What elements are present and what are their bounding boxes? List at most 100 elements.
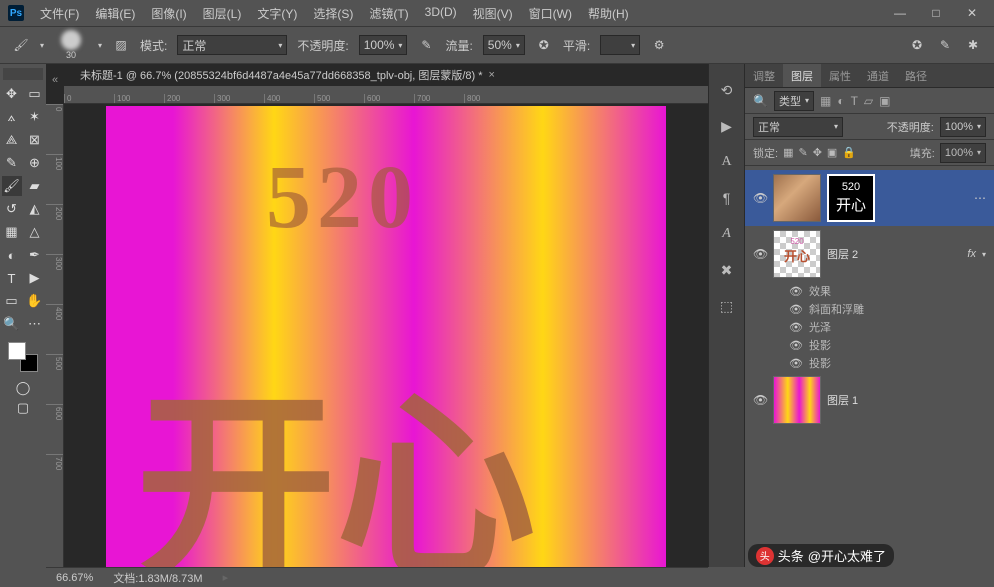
visibility-icon[interactable]: 👁	[753, 393, 767, 407]
menu-window[interactable]: 窗口(W)	[523, 2, 578, 25]
eraser-tool[interactable]: ◭	[25, 199, 45, 219]
pen-tool[interactable]: ✒	[25, 245, 45, 265]
canvas[interactable]: 520 开心	[106, 106, 666, 567]
menu-select[interactable]: 选择(S)	[307, 2, 359, 25]
brush-preview[interactable]: 30	[54, 30, 88, 60]
symmetry-icon[interactable]: ✪	[908, 36, 926, 54]
minimize-button[interactable]: —	[886, 3, 914, 23]
foreground-color[interactable]	[8, 342, 26, 360]
menu-3d[interactable]: 3D(D)	[419, 2, 463, 25]
butterfly-icon[interactable]: ✱	[964, 36, 982, 54]
fill-input[interactable]: 100%▾	[940, 143, 986, 163]
frame-tool[interactable]: ⊠	[25, 130, 45, 150]
lock-all-icon[interactable]: 🔒	[842, 146, 856, 159]
layer-row-texture[interactable]: 👁 520开心 ⋯	[745, 170, 994, 226]
filter-type-icon[interactable]: T	[851, 94, 858, 108]
edit-toolbar[interactable]: ⋯	[25, 314, 45, 334]
screen-mode-icon[interactable]: ▢	[13, 398, 33, 418]
tab-adjustments[interactable]: 调整	[745, 64, 783, 87]
libraries-panel-icon[interactable]: ⬚	[717, 296, 737, 316]
adjustments-panel-icon[interactable]: ✖	[717, 260, 737, 280]
blend-mode-select[interactable]: 正常▾	[177, 35, 287, 55]
smooth-input[interactable]: ▾	[600, 35, 640, 55]
tab-properties[interactable]: 属性	[821, 64, 859, 87]
tab-layers[interactable]: 图层	[783, 64, 821, 87]
flow-input[interactable]: 50%▾	[483, 35, 525, 55]
chevron-down-icon[interactable]: ▾	[98, 41, 102, 50]
zoom-tool[interactable]: 🔍	[2, 314, 22, 334]
brush-settings-icon[interactable]: ▨	[112, 36, 130, 54]
filter-smart-icon[interactable]: ▣	[879, 94, 890, 108]
menu-file[interactable]: 文件(F)	[34, 2, 85, 25]
filter-type-select[interactable]: 类型▾	[774, 91, 814, 111]
glyphs-panel-icon[interactable]: A	[717, 224, 737, 244]
zoom-value[interactable]: 66.67%	[56, 572, 93, 584]
crop-tool[interactable]: ⟁	[2, 130, 22, 150]
menu-edit[interactable]: 编辑(E)	[89, 2, 141, 25]
layer-mask-thumbnail[interactable]: 520开心	[827, 174, 875, 222]
healing-tool[interactable]: ⊕	[25, 153, 45, 173]
visibility-icon[interactable]: 👁	[753, 247, 767, 261]
marquee-tool[interactable]: ▭	[25, 84, 45, 104]
effect-bevel[interactable]: 👁斜面和浮雕	[745, 300, 994, 318]
layer-thumbnail[interactable]: 520开心	[773, 230, 821, 278]
type-tool[interactable]: T	[2, 268, 22, 288]
history-panel-icon[interactable]: ⟲	[717, 80, 737, 100]
gradient-tool[interactable]: ▦	[2, 222, 22, 242]
menu-type[interactable]: 文字(Y)	[251, 2, 303, 25]
layer-opacity-input[interactable]: 100%▾	[940, 117, 986, 137]
search-icon[interactable]: 🔍	[753, 94, 768, 108]
character-panel-icon[interactable]: A	[717, 152, 737, 172]
shape-tool[interactable]: ▭	[2, 291, 22, 311]
tab-paths[interactable]: 路径	[897, 64, 935, 87]
layer-row-2[interactable]: 👁 520开心 图层 2 fx▾	[745, 226, 994, 282]
quick-mask-icon[interactable]: ◯	[13, 378, 33, 398]
lock-artboard-icon[interactable]: ▣	[827, 146, 837, 159]
layer-name[interactable]: 图层 1	[827, 392, 858, 408]
airbrush-icon[interactable]: ✪	[535, 36, 553, 54]
menu-help[interactable]: 帮助(H)	[582, 2, 635, 25]
history-brush-tool[interactable]: ↺	[2, 199, 22, 219]
filter-shape-icon[interactable]: ▱	[864, 94, 873, 108]
eyedropper-tool[interactable]: ✎	[2, 153, 22, 173]
color-swatch[interactable]	[8, 342, 38, 372]
tool-preset-icon[interactable]: 🖌	[12, 36, 30, 54]
lock-position-icon[interactable]: ✥	[813, 146, 822, 159]
path-select-tool[interactable]: ▶	[25, 268, 45, 288]
layer-thumbnail[interactable]	[773, 174, 821, 222]
paragraph-panel-icon[interactable]: ¶	[717, 188, 737, 208]
layer-row-1[interactable]: 👁 图层 1	[745, 372, 994, 428]
fx-badge[interactable]: fx	[967, 248, 976, 260]
gear-icon[interactable]: ⚙	[650, 36, 668, 54]
dodge-tool[interactable]: ◐	[2, 245, 22, 265]
tool-collapse-icon[interactable]	[3, 68, 43, 80]
layer-name[interactable]: 图层 2	[827, 246, 858, 262]
menu-view[interactable]: 视图(V)	[467, 2, 519, 25]
maximize-button[interactable]: □	[922, 3, 950, 23]
document-tab[interactable]: 未标题-1 @ 66.7% (20855324bf6d4487a4e45a77d…	[70, 64, 505, 86]
tab-close-icon[interactable]: ×	[489, 69, 495, 81]
pressure-opacity-icon[interactable]: ✎	[417, 36, 435, 54]
menu-layer[interactable]: 图层(L)	[197, 2, 248, 25]
effect-satin[interactable]: 👁光泽	[745, 318, 994, 336]
expand-panels-icon[interactable]: «	[52, 74, 64, 86]
layer-thumbnail[interactable]	[773, 376, 821, 424]
stamp-tool[interactable]: ▰	[25, 176, 45, 196]
properties-panel-icon[interactable]: ▶	[717, 116, 737, 136]
lock-pixels-icon[interactable]: ▦	[783, 146, 793, 159]
layer-menu-icon[interactable]: ⋯	[974, 191, 986, 205]
blur-tool[interactable]: △	[25, 222, 45, 242]
visibility-icon[interactable]: 👁	[753, 191, 767, 205]
filter-pixel-icon[interactable]: ▦	[820, 94, 831, 108]
filter-adjust-icon[interactable]: ◐	[837, 94, 844, 108]
tab-channels[interactable]: 通道	[859, 64, 897, 87]
chevron-down-icon[interactable]: ▾	[40, 41, 44, 50]
hand-tool[interactable]: ✋	[25, 291, 45, 311]
opacity-input[interactable]: 100%▾	[359, 35, 408, 55]
effect-shadow-2[interactable]: 👁投影	[745, 354, 994, 372]
lock-brush-icon[interactable]: ✎	[798, 146, 807, 159]
pressure-size-icon[interactable]: ✎	[936, 36, 954, 54]
lasso-tool[interactable]: ⟑	[2, 107, 22, 127]
move-tool[interactable]: ✥	[2, 84, 22, 104]
layer-blend-select[interactable]: 正常▾	[753, 117, 843, 137]
